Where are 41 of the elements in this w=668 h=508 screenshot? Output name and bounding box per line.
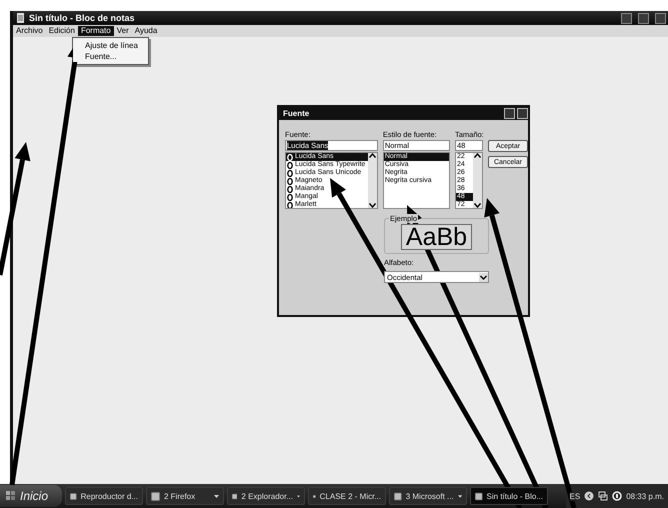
close-button[interactable] <box>655 12 666 24</box>
menu-item[interactable]: Ayuda <box>132 26 160 36</box>
app-icon <box>475 492 483 500</box>
app-icon <box>70 492 77 500</box>
notepad-icon <box>16 13 25 23</box>
scroll-up-icon <box>368 153 376 158</box>
menu-item[interactable]: Edición <box>46 26 78 36</box>
taskbar-button[interactable]: Sin título - Blo... <box>470 487 548 505</box>
clock: 08:33 p.m. <box>626 492 664 500</box>
sample-text: AaBb <box>400 224 472 250</box>
menu-item[interactable]: Formato <box>78 26 114 36</box>
app-icon <box>232 492 238 500</box>
scroll-down-icon <box>368 203 376 208</box>
help-button[interactable] <box>504 108 515 119</box>
scroll-down-icon <box>474 203 481 208</box>
network-icon <box>598 491 608 501</box>
taskbar-button[interactable]: 2 Explorador... <box>227 487 305 505</box>
restore-button[interactable] <box>638 12 649 24</box>
caret-icon <box>297 494 300 498</box>
menu-item[interactable]: Archivo <box>13 26 46 36</box>
taskbar-button[interactable]: Reproductor d... <box>65 487 143 505</box>
window-title: Sin título - Bloc de notas <box>29 13 136 23</box>
taskbar-button[interactable]: 2 Firefox <box>146 487 224 505</box>
scroll-up-icon <box>474 153 481 158</box>
taskbar-button[interactable]: CLASE 2 - Micr... <box>308 487 386 505</box>
shield-icon <box>612 491 622 501</box>
close-button[interactable] <box>517 108 528 119</box>
caret-icon <box>458 494 462 498</box>
scrollbar[interactable] <box>473 153 482 208</box>
app-icon <box>151 492 160 500</box>
taskbar-button[interactable]: 3 Microsoft ... <box>389 487 467 505</box>
menu-item[interactable]: Ver <box>114 26 132 36</box>
scrollbar[interactable] <box>368 153 377 208</box>
chevron-icon <box>584 491 594 501</box>
start-button[interactable]: Inicio <box>0 485 62 507</box>
dialog-title: Fuente <box>283 109 310 118</box>
caret-icon <box>479 272 488 282</box>
minimize-button[interactable] <box>621 12 632 24</box>
app-icon <box>394 492 402 500</box>
caret-icon <box>214 494 219 498</box>
windows-logo-icon <box>6 491 16 501</box>
